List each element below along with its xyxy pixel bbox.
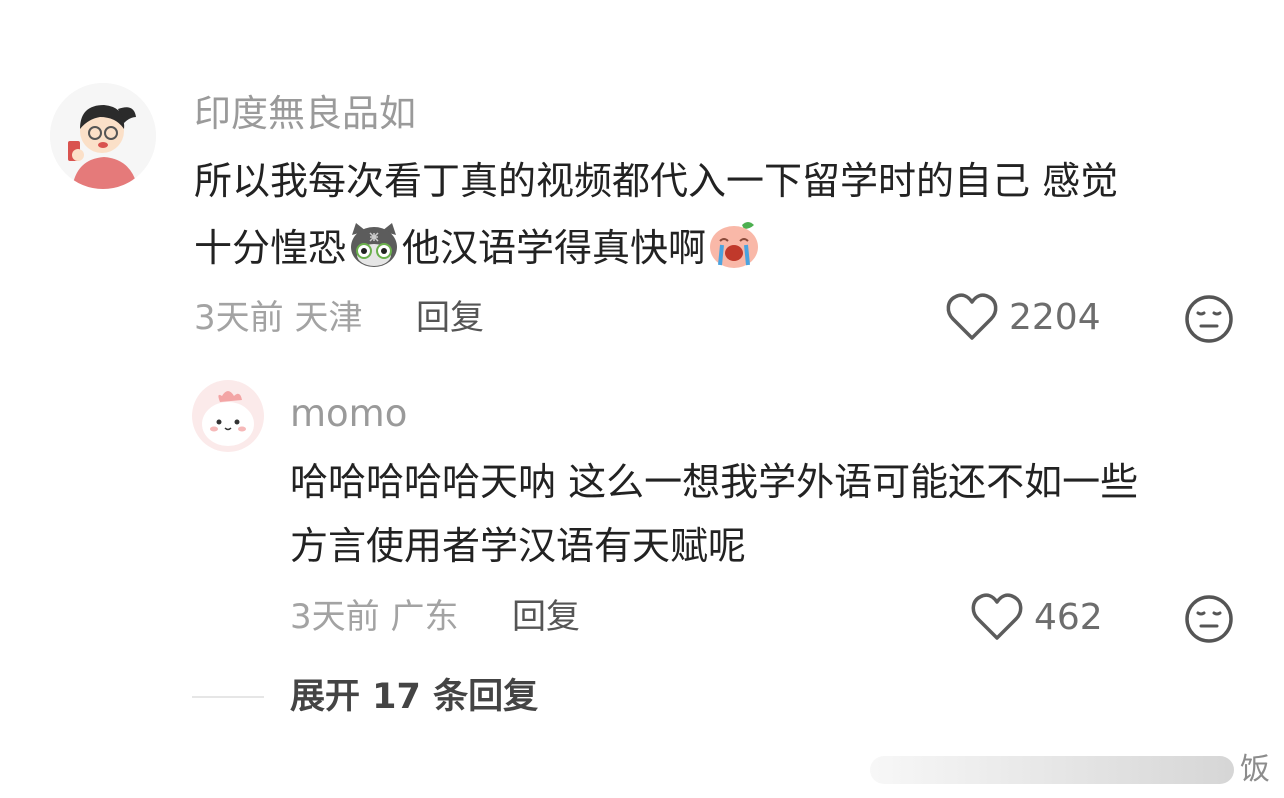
divider xyxy=(192,696,264,698)
like-count: 2204 xyxy=(1009,297,1101,338)
heart-outline-icon xyxy=(970,592,1024,648)
comment: 印度無良品如 所以我每次看丁真的视频都代入一下留学时的自己 感觉 十分惶恐 他汉… xyxy=(0,0,1284,360)
comment: momo 哈哈哈哈哈天呐 这么一想我学外语可能还不如一些 方言使用者学汉语有天赋… xyxy=(0,360,1284,660)
comment-time: 3天前 xyxy=(290,597,380,637)
watermark-text: 饭 xyxy=(1240,752,1270,787)
avatar[interactable] xyxy=(50,83,156,189)
comment-location: 广东 xyxy=(390,597,459,637)
cat-face-emoji xyxy=(346,221,402,282)
comment-username[interactable]: 印度無良品如 xyxy=(194,92,416,136)
reply-button[interactable]: 回复 xyxy=(416,298,484,338)
reply-button[interactable]: 回复 xyxy=(512,597,580,637)
watermark: 饭 xyxy=(870,748,1284,794)
comment-text-segment: 他汉语学得真快啊 xyxy=(402,226,707,270)
neutral-face-icon[interactable] xyxy=(1184,294,1234,348)
comment-meta: 3天前 广东 xyxy=(290,597,458,637)
comment-text-line: 哈哈哈哈哈天呐 这么一想我学外语可能还不如一些 xyxy=(290,460,1139,504)
comment-text-line: 方言使用者学汉语有天赋呢 xyxy=(290,524,747,568)
watermark-logo xyxy=(870,756,1234,784)
comment-location: 天津 xyxy=(294,298,363,338)
comment-username[interactable]: momo xyxy=(290,392,407,436)
comment-meta: 3天前 天津 xyxy=(194,298,362,338)
crying-face-emoji xyxy=(706,219,762,282)
neutral-face-icon[interactable] xyxy=(1184,594,1234,648)
comment-text-line: 十分惶恐 他汉语学得真快啊 xyxy=(194,219,762,282)
heart-outline-icon xyxy=(945,292,999,348)
comment-text-line: 所以我每次看丁真的视频都代入一下留学时的自己 感觉 xyxy=(194,159,1119,203)
avatar[interactable] xyxy=(192,380,264,452)
comment-time: 3天前 xyxy=(194,298,284,338)
comment-text-segment: 十分惶恐 xyxy=(194,226,347,270)
expand-replies-button[interactable]: 展开 17 条回复 xyxy=(290,676,538,718)
like-count: 462 xyxy=(1034,597,1103,638)
